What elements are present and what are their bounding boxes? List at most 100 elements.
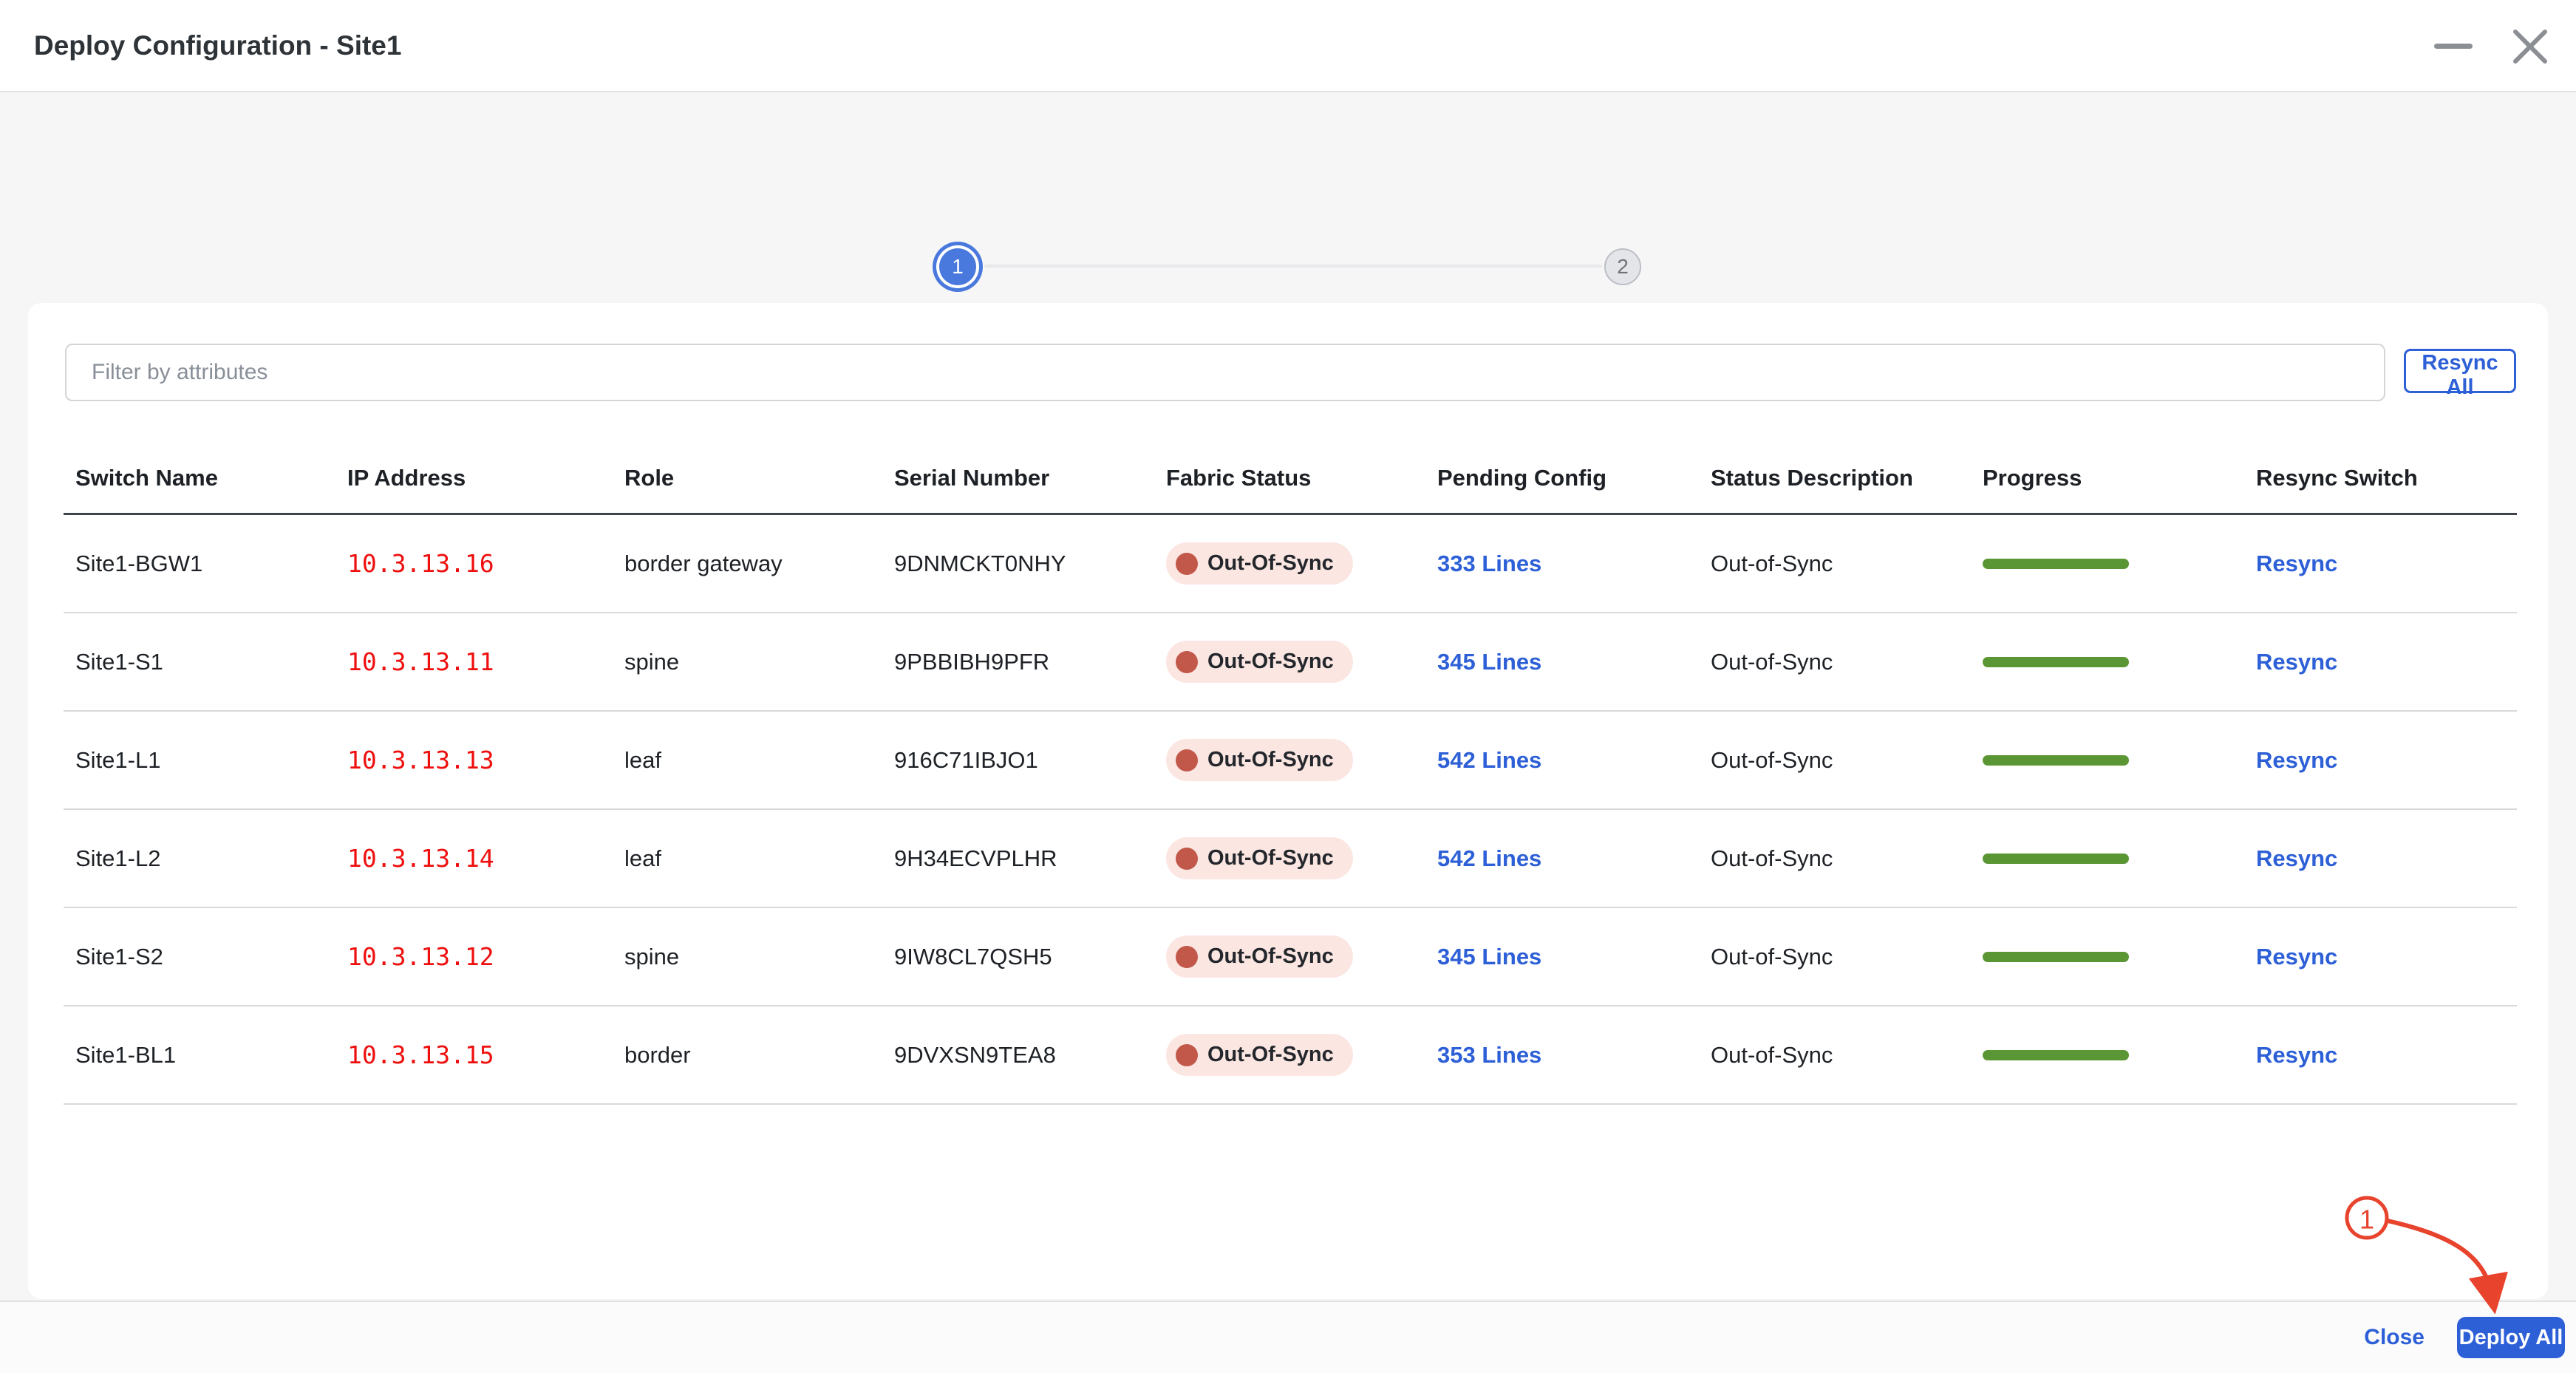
- status-dot-icon: [1176, 553, 1198, 575]
- switch-name-cell: Site1-L1: [64, 747, 335, 774]
- status-dot-icon: [1176, 1044, 1198, 1066]
- ip-address-cell: 10.3.13.15: [335, 1040, 613, 1069]
- serial-number-cell: 916C71IBJO1: [882, 747, 1154, 774]
- pending-config-cell: 542 Lines: [1425, 845, 1699, 872]
- resync-cell: Resync: [2244, 551, 2517, 577]
- status-dot-icon: [1176, 848, 1198, 870]
- resync-link[interactable]: Resync: [2256, 551, 2337, 576]
- resync-cell: Resync: [2244, 845, 2517, 872]
- window-controls: [2430, 0, 2554, 92]
- pending-config-link[interactable]: 542 Lines: [1437, 845, 1541, 871]
- status-description-cell: Out-of-Sync: [1699, 649, 1971, 675]
- ip-address-cell: 10.3.13.11: [335, 647, 613, 676]
- fabric-status-cell: Out-Of-Sync: [1154, 542, 1425, 585]
- status-description-cell: Out-of-Sync: [1699, 944, 1971, 970]
- column-header-progress: Progress: [1971, 465, 2244, 491]
- fabric-status-badge: Out-Of-Sync: [1166, 641, 1353, 683]
- table-row: Site1-L2 10.3.13.14 leaf 9H34ECVPLHR Out…: [64, 810, 2517, 908]
- fabric-status-badge: Out-Of-Sync: [1166, 739, 1353, 781]
- resync-all-button[interactable]: Resync All: [2404, 349, 2516, 393]
- column-header-serial-number: Serial Number: [882, 465, 1154, 491]
- progress-cell: [1971, 559, 2244, 569]
- role-cell: leaf: [613, 747, 882, 774]
- resync-link[interactable]: Resync: [2256, 845, 2337, 871]
- pending-config-link[interactable]: 345 Lines: [1437, 649, 1541, 675]
- progress-cell: [1971, 1050, 2244, 1060]
- progress-cell: [1971, 657, 2244, 667]
- column-header-status-description: Status Description: [1699, 465, 1971, 491]
- step-connector-line: [984, 265, 1602, 268]
- progress-bar: [1983, 559, 2129, 569]
- pending-config-link[interactable]: 333 Lines: [1437, 551, 1541, 576]
- dialog-titlebar: Deploy Configuration - Site1: [0, 0, 2576, 92]
- ip-address-cell: 10.3.13.12: [335, 942, 613, 971]
- pending-config-link[interactable]: 345 Lines: [1437, 944, 1541, 970]
- resync-link[interactable]: Resync: [2256, 649, 2337, 675]
- fabric-status-label: Out-Of-Sync: [1207, 846, 1334, 871]
- minimize-icon: [2434, 44, 2473, 49]
- close-dialog-button[interactable]: Close: [2364, 1325, 2425, 1350]
- progress-cell: [1971, 854, 2244, 864]
- progress-bar: [1983, 854, 2129, 864]
- fabric-status-cell: Out-Of-Sync: [1154, 641, 1425, 683]
- serial-number-cell: 9IW8CL7QSH5: [882, 944, 1154, 970]
- fabric-status-cell: Out-Of-Sync: [1154, 1034, 1425, 1076]
- switch-name-cell: Site1-BL1: [64, 1042, 335, 1069]
- status-description-cell: Out-of-Sync: [1699, 551, 1971, 577]
- status-description-cell: Out-of-Sync: [1699, 1042, 1971, 1069]
- progress-bar: [1983, 755, 2129, 766]
- step-1-indicator: 1: [939, 248, 976, 285]
- switch-name-cell: Site1-L2: [64, 845, 335, 872]
- pending-config-link[interactable]: 542 Lines: [1437, 747, 1541, 773]
- switch-name-cell: Site1-S2: [64, 944, 335, 970]
- pending-config-cell: 345 Lines: [1425, 649, 1699, 675]
- config-preview-panel: Resync All Switch Name IP Address Role S…: [28, 303, 2548, 1299]
- column-header-fabric-status: Fabric Status: [1154, 465, 1425, 491]
- table-row: Site1-S2 10.3.13.12 spine 9IW8CL7QSH5 Ou…: [64, 908, 2517, 1006]
- resync-cell: Resync: [2244, 747, 2517, 774]
- pending-config-cell: 345 Lines: [1425, 944, 1699, 970]
- column-header-ip-address: IP Address: [335, 465, 613, 491]
- role-cell: leaf: [613, 845, 882, 872]
- fabric-status-label: Out-Of-Sync: [1207, 551, 1334, 576]
- column-header-role: Role: [613, 465, 882, 491]
- status-dot-icon: [1176, 946, 1198, 968]
- status-description-cell: Out-of-Sync: [1699, 845, 1971, 872]
- resync-link[interactable]: Resync: [2256, 1042, 2337, 1068]
- resync-link[interactable]: Resync: [2256, 944, 2337, 970]
- progress-bar: [1983, 952, 2129, 962]
- pending-config-link[interactable]: 353 Lines: [1437, 1042, 1541, 1068]
- progress-bar: [1983, 657, 2129, 667]
- close-button[interactable]: [2507, 23, 2554, 70]
- table-row: Site1-BL1 10.3.13.15 border 9DVXSN9TEA8 …: [64, 1006, 2517, 1105]
- dialog-footer: Close Deploy All: [0, 1301, 2576, 1373]
- ip-address-cell: 10.3.13.13: [335, 746, 613, 774]
- resync-cell: Resync: [2244, 1042, 2517, 1069]
- deploy-all-button[interactable]: Deploy All: [2457, 1317, 2565, 1358]
- column-header-pending-config: Pending Config: [1425, 465, 1699, 491]
- column-header-resync-switch: Resync Switch: [2244, 465, 2517, 491]
- minimize-button[interactable]: [2430, 23, 2477, 70]
- progress-cell: [1971, 755, 2244, 766]
- serial-number-cell: 9DNMCKT0NHY: [882, 551, 1154, 577]
- fabric-status-badge: Out-Of-Sync: [1166, 1034, 1353, 1076]
- status-dot-icon: [1176, 749, 1198, 771]
- role-cell: border: [613, 1042, 882, 1069]
- role-cell: spine: [613, 944, 882, 970]
- filter-input[interactable]: [65, 344, 2385, 401]
- resync-link[interactable]: Resync: [2256, 747, 2337, 773]
- pending-config-cell: 333 Lines: [1425, 551, 1699, 577]
- pending-config-cell: 542 Lines: [1425, 747, 1699, 774]
- progress-bar: [1983, 1050, 2129, 1060]
- fabric-status-cell: Out-Of-Sync: [1154, 936, 1425, 978]
- role-cell: border gateway: [613, 551, 882, 577]
- table-row: Site1-S1 10.3.13.11 spine 9PBBIBH9PFR Ou…: [64, 613, 2517, 712]
- resync-cell: Resync: [2244, 944, 2517, 970]
- table-row: Site1-BGW1 10.3.13.16 border gateway 9DN…: [64, 515, 2517, 613]
- fabric-status-badge: Out-Of-Sync: [1166, 542, 1353, 585]
- step-2-indicator: 2: [1604, 248, 1641, 285]
- fabric-status-label: Out-Of-Sync: [1207, 944, 1334, 969]
- fabric-status-label: Out-Of-Sync: [1207, 650, 1334, 674]
- ip-address-cell: 10.3.13.16: [335, 549, 613, 578]
- role-cell: spine: [613, 649, 882, 675]
